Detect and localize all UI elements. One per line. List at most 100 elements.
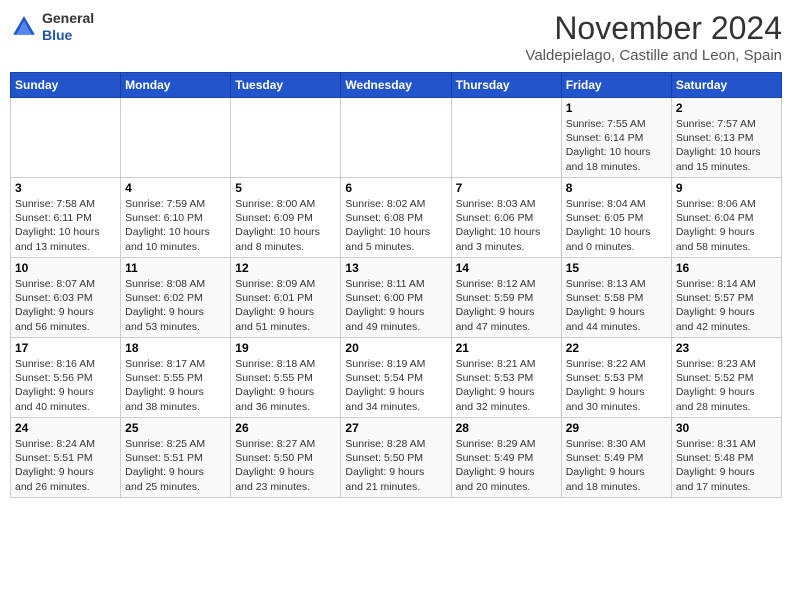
calendar-table: SundayMondayTuesdayWednesdayThursdayFrid… bbox=[10, 72, 782, 498]
calendar-day-cell bbox=[121, 98, 231, 178]
day-info: Sunrise: 8:18 AMSunset: 5:55 PMDaylight:… bbox=[235, 357, 336, 414]
calendar-week-row: 10 Sunrise: 8:07 AMSunset: 6:03 PMDayligh… bbox=[11, 258, 782, 338]
calendar-day-cell: 5 Sunrise: 8:00 AMSunset: 6:09 PMDaylight… bbox=[231, 178, 341, 258]
calendar-day-cell: 17Sunrise: 8:16 AMSunset: 5:56 PMDayligh… bbox=[11, 338, 121, 418]
calendar-day-cell: 13Sunrise: 8:11 AMSunset: 6:00 PMDayligh… bbox=[341, 258, 451, 338]
calendar-day-cell: 10 Sunrise: 8:07 AMSunset: 6:03 PMDayligh… bbox=[11, 258, 121, 338]
day-number: 23 bbox=[676, 341, 777, 355]
day-number: 13 bbox=[345, 261, 446, 275]
day-info: Sunrise: 7:55 AMSunset: 6:14 PMDaylight:… bbox=[566, 117, 667, 174]
calendar-day-cell bbox=[231, 98, 341, 178]
day-of-week-header: Monday bbox=[121, 73, 231, 98]
calendar-day-cell: 4 Sunrise: 7:59 AMSunset: 6:10 PMDaylight… bbox=[121, 178, 231, 258]
calendar-header: SundayMondayTuesdayWednesdayThursdayFrid… bbox=[11, 73, 782, 98]
day-number: 24 bbox=[15, 421, 116, 435]
day-number: 1 bbox=[566, 101, 667, 115]
calendar-day-cell: 23 Sunrise: 8:23 AMSunset: 5:52 PMDayligh… bbox=[671, 338, 781, 418]
logo-text: General Blue bbox=[42, 10, 94, 44]
calendar-week-row: 24Sunrise: 8:24 AMSunset: 5:51 PMDayligh… bbox=[11, 418, 782, 498]
day-info: Sunrise: 8:00 AMSunset: 6:09 PMDaylight:… bbox=[235, 197, 336, 254]
day-number: 16 bbox=[676, 261, 777, 275]
calendar-day-cell: 2Sunrise: 7:57 AMSunset: 6:13 PMDaylight… bbox=[671, 98, 781, 178]
day-of-week-header: Friday bbox=[561, 73, 671, 98]
calendar-day-cell: 12 Sunrise: 8:09 AMSunset: 6:01 PMDayligh… bbox=[231, 258, 341, 338]
day-info: Sunrise: 8:14 AMSunset: 5:57 PMDaylight:… bbox=[676, 277, 777, 334]
day-info: Sunrise: 7:59 AMSunset: 6:10 PMDaylight:… bbox=[125, 197, 226, 254]
day-info: Sunrise: 8:12 AMSunset: 5:59 PMDaylight:… bbox=[456, 277, 557, 334]
calendar-week-row: 17Sunrise: 8:16 AMSunset: 5:56 PMDayligh… bbox=[11, 338, 782, 418]
day-info: Sunrise: 8:21 AMSunset: 5:53 PMDaylight:… bbox=[456, 357, 557, 414]
logo-icon bbox=[10, 13, 38, 41]
calendar-day-cell: 21 Sunrise: 8:21 AMSunset: 5:53 PMDayligh… bbox=[451, 338, 561, 418]
day-number: 30 bbox=[676, 421, 777, 435]
day-number: 29 bbox=[566, 421, 667, 435]
day-number: 12 bbox=[235, 261, 336, 275]
calendar-day-cell: 26 Sunrise: 8:27 AMSunset: 5:50 PMDayligh… bbox=[231, 418, 341, 498]
day-number: 3 bbox=[15, 181, 116, 195]
day-info: Sunrise: 7:58 AMSunset: 6:11 PMDaylight:… bbox=[15, 197, 116, 254]
page-header: General Blue November 2024 Valdepielago,… bbox=[10, 10, 782, 64]
day-info: Sunrise: 8:08 AMSunset: 6:02 PMDaylight:… bbox=[125, 277, 226, 334]
day-info: Sunrise: 8:13 AMSunset: 5:58 PMDaylight:… bbox=[566, 277, 667, 334]
calendar-day-cell: 14 Sunrise: 8:12 AMSunset: 5:59 PMDayligh… bbox=[451, 258, 561, 338]
day-info: Sunrise: 8:06 AMSunset: 6:04 PMDaylight:… bbox=[676, 197, 777, 254]
calendar-day-cell: 29 Sunrise: 8:30 AMSunset: 5:49 PMDayligh… bbox=[561, 418, 671, 498]
day-number: 28 bbox=[456, 421, 557, 435]
calendar-day-cell: 11 Sunrise: 8:08 AMSunset: 6:02 PMDayligh… bbox=[121, 258, 231, 338]
day-info: Sunrise: 8:22 AMSunset: 5:53 PMDaylight:… bbox=[566, 357, 667, 414]
calendar-day-cell: 22 Sunrise: 8:22 AMSunset: 5:53 PMDayligh… bbox=[561, 338, 671, 418]
day-info: Sunrise: 8:09 AMSunset: 6:01 PMDaylight:… bbox=[235, 277, 336, 334]
day-info: Sunrise: 8:02 AMSunset: 6:08 PMDaylight:… bbox=[345, 197, 446, 254]
day-number: 18 bbox=[125, 341, 226, 355]
day-number: 22 bbox=[566, 341, 667, 355]
calendar-day-cell bbox=[451, 98, 561, 178]
day-info: Sunrise: 8:17 AMSunset: 5:55 PMDaylight:… bbox=[125, 357, 226, 414]
day-number: 11 bbox=[125, 261, 226, 275]
day-of-week-header: Tuesday bbox=[231, 73, 341, 98]
calendar-day-cell: 15 Sunrise: 8:13 AMSunset: 5:58 PMDayligh… bbox=[561, 258, 671, 338]
day-number: 4 bbox=[125, 181, 226, 195]
calendar-day-cell: 16 Sunrise: 8:14 AMSunset: 5:57 PMDayligh… bbox=[671, 258, 781, 338]
day-number: 27 bbox=[345, 421, 446, 435]
day-info: Sunrise: 8:03 AMSunset: 6:06 PMDaylight:… bbox=[456, 197, 557, 254]
day-info: Sunrise: 8:31 AMSunset: 5:48 PMDaylight:… bbox=[676, 437, 777, 494]
day-number: 5 bbox=[235, 181, 336, 195]
calendar-day-cell: 28 Sunrise: 8:29 AMSunset: 5:49 PMDayligh… bbox=[451, 418, 561, 498]
day-of-week-header: Sunday bbox=[11, 73, 121, 98]
day-info: Sunrise: 8:19 AMSunset: 5:54 PMDaylight:… bbox=[345, 357, 446, 414]
header-row: SundayMondayTuesdayWednesdayThursdayFrid… bbox=[11, 73, 782, 98]
calendar-day-cell: 3 Sunrise: 7:58 AMSunset: 6:11 PMDaylight… bbox=[11, 178, 121, 258]
calendar-day-cell: 6Sunrise: 8:02 AMSunset: 6:08 PMDaylight… bbox=[341, 178, 451, 258]
calendar-day-cell: 9Sunrise: 8:06 AMSunset: 6:04 PMDaylight… bbox=[671, 178, 781, 258]
calendar-day-cell bbox=[341, 98, 451, 178]
day-info: Sunrise: 8:07 AMSunset: 6:03 PMDaylight:… bbox=[15, 277, 116, 334]
day-info: Sunrise: 8:27 AMSunset: 5:50 PMDaylight:… bbox=[235, 437, 336, 494]
calendar-day-cell: 30 Sunrise: 8:31 AMSunset: 5:48 PMDayligh… bbox=[671, 418, 781, 498]
day-of-week-header: Thursday bbox=[451, 73, 561, 98]
day-number: 10 bbox=[15, 261, 116, 275]
calendar-day-cell: 25Sunrise: 8:25 AMSunset: 5:51 PMDayligh… bbox=[121, 418, 231, 498]
day-number: 20 bbox=[345, 341, 446, 355]
day-of-week-header: Saturday bbox=[671, 73, 781, 98]
month-title: November 2024 bbox=[525, 10, 782, 47]
location: Valdepielago, Castille and Leon, Spain bbox=[525, 47, 782, 64]
day-number: 15 bbox=[566, 261, 667, 275]
calendar-day-cell: 8Sunrise: 8:04 AMSunset: 6:05 PMDaylight… bbox=[561, 178, 671, 258]
day-number: 26 bbox=[235, 421, 336, 435]
calendar-day-cell: 1 Sunrise: 7:55 AMSunset: 6:14 PMDaylight… bbox=[561, 98, 671, 178]
day-number: 21 bbox=[456, 341, 557, 355]
calendar-day-cell: 24Sunrise: 8:24 AMSunset: 5:51 PMDayligh… bbox=[11, 418, 121, 498]
calendar-day-cell bbox=[11, 98, 121, 178]
day-number: 7 bbox=[456, 181, 557, 195]
day-number: 17 bbox=[15, 341, 116, 355]
day-number: 25 bbox=[125, 421, 226, 435]
day-info: Sunrise: 8:23 AMSunset: 5:52 PMDaylight:… bbox=[676, 357, 777, 414]
calendar-day-cell: 20 Sunrise: 8:19 AMSunset: 5:54 PMDayligh… bbox=[341, 338, 451, 418]
day-info: Sunrise: 8:29 AMSunset: 5:49 PMDaylight:… bbox=[456, 437, 557, 494]
day-info: Sunrise: 8:30 AMSunset: 5:49 PMDaylight:… bbox=[566, 437, 667, 494]
day-number: 14 bbox=[456, 261, 557, 275]
calendar-day-cell: 18 Sunrise: 8:17 AMSunset: 5:55 PMDayligh… bbox=[121, 338, 231, 418]
day-info: Sunrise: 8:28 AMSunset: 5:50 PMDaylight:… bbox=[345, 437, 446, 494]
calendar-week-row: 1 Sunrise: 7:55 AMSunset: 6:14 PMDaylight… bbox=[11, 98, 782, 178]
day-info: Sunrise: 7:57 AMSunset: 6:13 PMDaylight:… bbox=[676, 117, 777, 174]
